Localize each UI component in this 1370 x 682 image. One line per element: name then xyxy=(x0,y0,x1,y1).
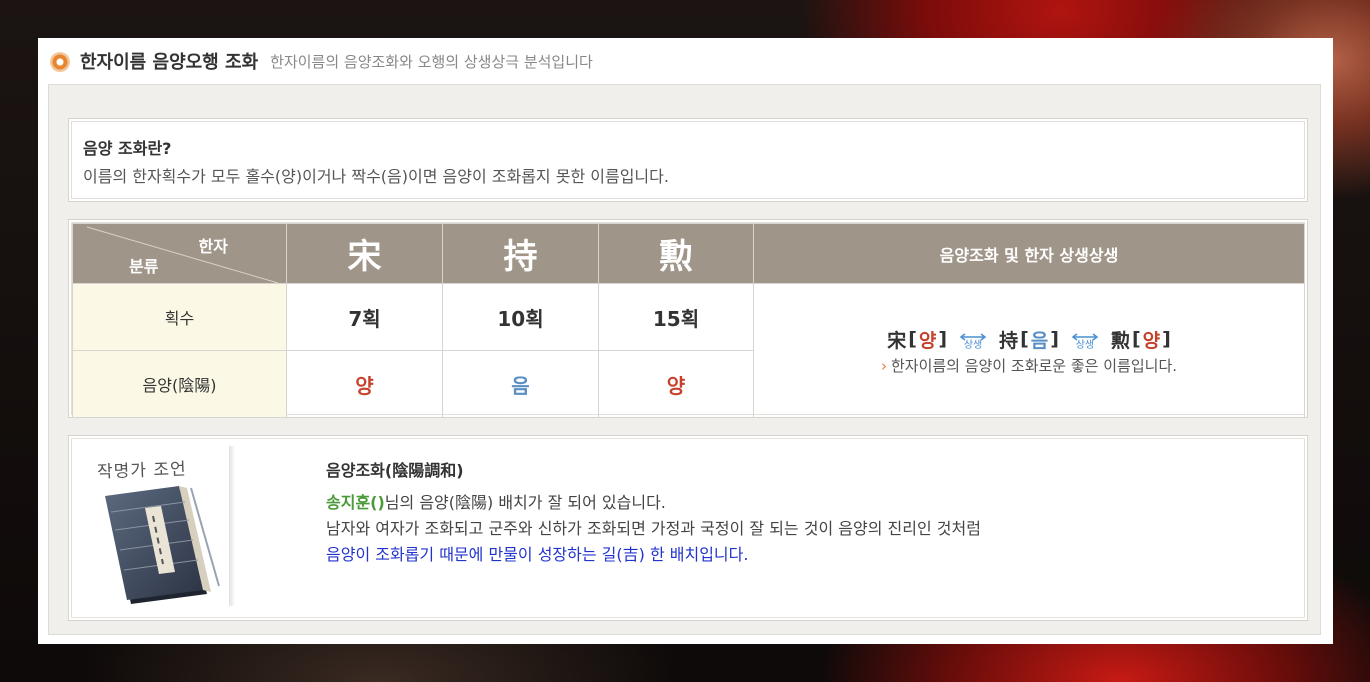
relation-label: 상생 xyxy=(963,340,983,351)
circle-bullet-icon xyxy=(50,52,70,72)
hanja-header-2: 持 xyxy=(442,223,599,284)
info-text: 이름의 한자획수가 모두 홀수(양)이거나 짝수(음)이면 음양이 조화롭지 못… xyxy=(83,167,669,186)
yinyang-value: 양 xyxy=(598,350,754,418)
main-panel: 한자이름 음양오행 조화 한자이름의 음양조화와 오행의 상생상극 분석입니다 … xyxy=(38,38,1333,644)
double-arrow-icon: 상생 xyxy=(1071,333,1099,351)
person-name: 송지훈() xyxy=(326,493,385,512)
advice-box: 작명가 조언 음양조화(陰陽調和) 송지훈()님의 음양(陰陽) 배치가 잘 되… xyxy=(68,435,1308,621)
advice-title: 음양조화(陰陽調和) xyxy=(326,461,464,480)
yinyang-value: 양 xyxy=(286,350,443,418)
section-header: 한자이름 음양오행 조화 한자이름의 음양조화와 오행의 상생상극 분석입니다 xyxy=(50,38,593,84)
hanja-header-3: 勲 xyxy=(598,223,754,284)
harmony-yinyang: 양 xyxy=(1142,329,1161,352)
chevron-right-icon: › xyxy=(880,356,887,375)
stroke-count: 10획 xyxy=(442,283,599,351)
yinyang-value: 음 xyxy=(442,350,599,418)
row-label-strokes: 획수 xyxy=(72,283,287,351)
harmony-header: 음양조화 및 한자 상생상생 xyxy=(753,223,1305,284)
content-area: 음양 조화란? 이름의 한자획수가 모두 홀수(양)이거나 짝수(음)이면 음양… xyxy=(48,84,1321,635)
advice-line-1-text: 님의 음양(陰陽) 배치가 잘 되어 있습니다. xyxy=(384,493,666,512)
corner-label-hanja: 한자 xyxy=(198,236,228,256)
advice-book-image: 작명가 조언 xyxy=(87,454,237,604)
stroke-count: 15획 xyxy=(598,283,754,351)
stroke-count: 7획 xyxy=(286,283,443,351)
harmony-hanja: 持 xyxy=(999,329,1019,352)
harmony-yinyang: 양 xyxy=(918,329,937,352)
advice-line-2: 남자와 여자가 조화되고 군주와 신하가 조화되면 가정과 국정이 잘 되는 것… xyxy=(326,519,981,538)
analysis-table: 한자 분류 宋 持 勲 음양조화 및 한자 상생상생 획수 7획 10획 15획 xyxy=(72,223,1305,418)
info-title: 음양 조화란? xyxy=(83,139,172,158)
harmony-message-text: 한자이름의 음양이 조화로운 좋은 이름입니다. xyxy=(890,356,1178,375)
image-divider xyxy=(229,446,235,606)
harmony-cell: 宋[양] 상생 持[음] 상생 勲[양] › 한자이름의 음양이 조화로운 좋은… xyxy=(753,283,1305,418)
section-title: 한자이름 음양오행 조화 xyxy=(80,52,259,73)
harmony-yinyang: 음 xyxy=(1030,329,1049,352)
harmony-hanja: 宋 xyxy=(887,329,907,352)
harmony-hanja: 勲 xyxy=(1110,329,1130,352)
corner-label-category: 분류 xyxy=(129,256,159,276)
advice-line-1: 송지훈()님의 음양(陰陽) 배치가 잘 되어 있습니다. xyxy=(326,489,666,513)
relation-label: 상생 xyxy=(1075,340,1095,351)
analysis-table-box: 한자 분류 宋 持 勲 음양조화 및 한자 상생상생 획수 7획 10획 15획 xyxy=(68,219,1308,418)
book-icon xyxy=(105,486,220,604)
section-subtitle: 한자이름의 음양조화와 오행의 상생상극 분석입니다 xyxy=(270,52,593,71)
diagonal-divider xyxy=(86,226,279,283)
row-label-yinyang: 음양(陰陽) xyxy=(72,350,287,418)
advice-line-3: 음양이 조화롭기 때문에 만물이 성장하는 길(吉) 한 배치입니다. xyxy=(326,545,749,564)
hanja-header-1: 宋 xyxy=(286,223,443,284)
double-arrow-icon: 상생 xyxy=(959,333,987,351)
harmony-message: › 한자이름의 음양이 조화로운 좋은 이름입니다. xyxy=(754,355,1304,376)
corner-header: 한자 분류 xyxy=(72,223,287,284)
harmony-line: 宋[양] 상생 持[음] 상생 勲[양] xyxy=(754,326,1304,353)
info-box: 음양 조화란? 이름의 한자획수가 모두 홀수(양)이거나 짝수(음)이면 음양… xyxy=(68,118,1308,202)
